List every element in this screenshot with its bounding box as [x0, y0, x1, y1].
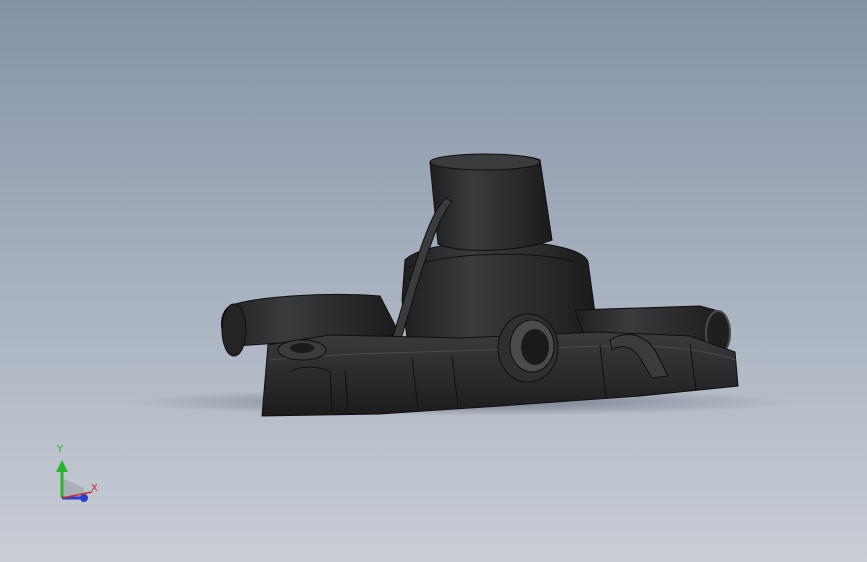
triad-z-end [80, 494, 88, 502]
triad-y-label: Y [57, 444, 64, 455]
top-neck-opening [429, 153, 541, 171]
scene-svg [0, 0, 867, 562]
graphics-viewport[interactable]: Y X [0, 0, 867, 562]
triad-x-label: X [91, 483, 98, 494]
left-pipe-end [221, 303, 247, 357]
front-port-bore [521, 329, 549, 365]
mounting-boss-hole [290, 343, 314, 353]
